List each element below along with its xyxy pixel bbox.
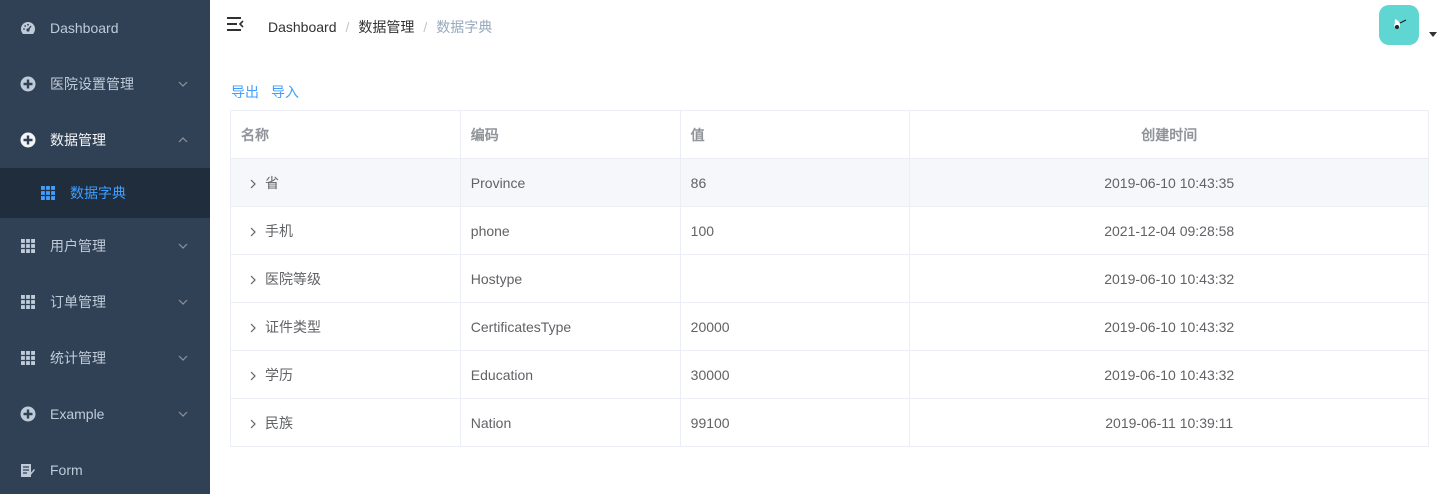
chevron-down-icon <box>178 299 188 305</box>
breadcrumb-separator: / <box>345 19 350 35</box>
cell-created: 2019-06-10 10:43:35 <box>909 158 1429 207</box>
chevron-down-icon <box>178 355 188 361</box>
avatar[interactable] <box>1379 5 1419 45</box>
plus-circle-icon <box>20 132 36 148</box>
sidebar-item-label: 统计管理 <box>50 350 106 366</box>
cell-name: 民族 <box>230 398 461 447</box>
sidebar-item-label: Example <box>50 406 105 422</box>
sidebar-item-statistics-management[interactable]: 统计管理 <box>0 330 210 386</box>
breadcrumb-item[interactable]: 数据管理 <box>358 17 414 37</box>
table-actions: 导出 导入 <box>231 82 299 102</box>
chevron-right-icon[interactable] <box>247 418 259 430</box>
cell-name-text: 民族 <box>265 414 293 431</box>
cell-value: 30000 <box>679 350 911 399</box>
chevron-right-icon[interactable] <box>247 178 259 190</box>
chevron-right-icon[interactable] <box>247 370 259 382</box>
breadcrumb-current: 数据字典 <box>436 19 493 35</box>
cell-code: Hostype <box>459 254 681 303</box>
column-header-created: 创建时间 <box>909 110 1429 159</box>
table-row[interactable]: 民族 Nation 99100 2019-06-11 10:39:11 <box>230 398 1429 447</box>
cell-code: phone <box>459 206 681 255</box>
column-header-name: 名称 <box>230 110 461 159</box>
breadcrumb-item[interactable]: Dashboard <box>268 19 337 35</box>
cell-code: Education <box>459 350 681 399</box>
table-icon <box>20 294 36 310</box>
sidebar-item-label: Form <box>50 462 83 478</box>
cell-name-text: 证件类型 <box>265 318 321 335</box>
cell-name: 证件类型 <box>230 302 461 351</box>
cell-code: Province <box>459 158 681 207</box>
caret-down-icon[interactable] <box>1429 32 1437 37</box>
import-link[interactable]: 导入 <box>271 82 299 102</box>
table-header-row: 名称 编码 值 创建时间 <box>230 110 1429 159</box>
table-icon <box>40 185 56 201</box>
cell-created: 2019-06-10 10:43:32 <box>909 302 1429 351</box>
cell-name: 手机 <box>230 206 461 255</box>
sidebar-item-label: 数据字典 <box>70 185 126 201</box>
sidebar-item-order-management[interactable]: 订单管理 <box>0 274 210 330</box>
table-row[interactable]: 证件类型 CertificatesType 20000 2019-06-10 1… <box>230 302 1429 351</box>
cell-created: 2019-06-10 10:43:32 <box>909 350 1429 399</box>
sidebar-item-example[interactable]: Example <box>0 386 210 442</box>
cell-value: 86 <box>679 158 911 207</box>
cell-name-text: 手机 <box>265 222 293 239</box>
export-link[interactable]: 导出 <box>231 82 259 102</box>
sidebar-item-label: 医院设置管理 <box>50 76 134 92</box>
cell-value: 20000 <box>679 302 911 351</box>
sidebar-item-dashboard[interactable]: Dashboard <box>0 0 210 56</box>
avatar-image-icon <box>1394 19 1407 29</box>
table-row[interactable]: 学历 Education 30000 2019-06-10 10:43:32 <box>230 350 1429 399</box>
cell-name-text: 学历 <box>265 366 293 383</box>
form-icon <box>20 462 36 478</box>
sidebar-item-user-management[interactable]: 用户管理 <box>0 218 210 274</box>
cell-created: 2019-06-11 10:39:11 <box>909 398 1429 447</box>
cell-code: Nation <box>459 398 681 447</box>
cell-name: 学历 <box>230 350 461 399</box>
sidebar-item-hospital-settings[interactable]: 医院设置管理 <box>0 56 210 112</box>
cell-value: 100 <box>679 206 911 255</box>
chevron-right-icon[interactable] <box>247 322 259 334</box>
chevron-down-icon <box>178 81 188 87</box>
chevron-up-icon <box>178 137 188 143</box>
sidebar: Dashboard 医院设置管理 数据管理 数据字典 用户管理 订单管理 统计管… <box>0 0 210 494</box>
sidebar-item-label: 订单管理 <box>50 294 106 310</box>
table-row[interactable]: 省 Province 86 2019-06-10 10:43:35 <box>230 158 1429 207</box>
hamburger-icon[interactable] <box>226 14 246 34</box>
cell-created: 2019-06-10 10:43:32 <box>909 254 1429 303</box>
cell-created: 2021-12-04 09:28:58 <box>909 206 1429 255</box>
plus-circle-icon <box>20 76 36 92</box>
column-header-value: 值 <box>679 110 911 159</box>
sidebar-item-label: 数据管理 <box>50 132 106 148</box>
cell-name: 省 <box>230 158 461 207</box>
cell-name: 医院等级 <box>230 254 461 303</box>
dashboard-icon <box>20 20 36 36</box>
breadcrumb-separator: / <box>423 19 428 35</box>
sidebar-item-data-dictionary[interactable]: 数据字典 <box>0 168 210 218</box>
table-row[interactable]: 医院等级 Hostype 2019-06-10 10:43:32 <box>230 254 1429 303</box>
chevron-right-icon[interactable] <box>247 274 259 286</box>
table-row[interactable]: 手机 phone 100 2021-12-04 09:28:58 <box>230 206 1429 255</box>
cell-value <box>679 254 911 303</box>
chevron-down-icon <box>178 243 188 249</box>
column-header-code: 编码 <box>459 110 681 159</box>
table-icon <box>20 238 36 254</box>
cell-name-text: 医院等级 <box>265 270 321 287</box>
cell-value: 99100 <box>679 398 911 447</box>
plus-circle-icon <box>20 406 36 422</box>
dictionary-table: 名称 编码 值 创建时间 省 Province 86 2019-06-10 10… <box>230 110 1429 447</box>
navbar: Dashboard / 数据管理 / 数据字典 <box>210 0 1449 50</box>
chevron-down-icon <box>178 411 188 417</box>
sidebar-item-form[interactable]: Form <box>0 442 210 498</box>
cell-name-text: 省 <box>265 174 279 191</box>
chevron-right-icon[interactable] <box>247 226 259 238</box>
table-icon <box>20 350 36 366</box>
sidebar-item-label: Dashboard <box>50 20 119 36</box>
sidebar-item-data-management[interactable]: 数据管理 <box>0 112 210 168</box>
breadcrumb: Dashboard / 数据管理 / 数据字典 <box>268 17 492 37</box>
cell-code: CertificatesType <box>459 302 681 351</box>
sidebar-item-label: 用户管理 <box>50 238 106 254</box>
